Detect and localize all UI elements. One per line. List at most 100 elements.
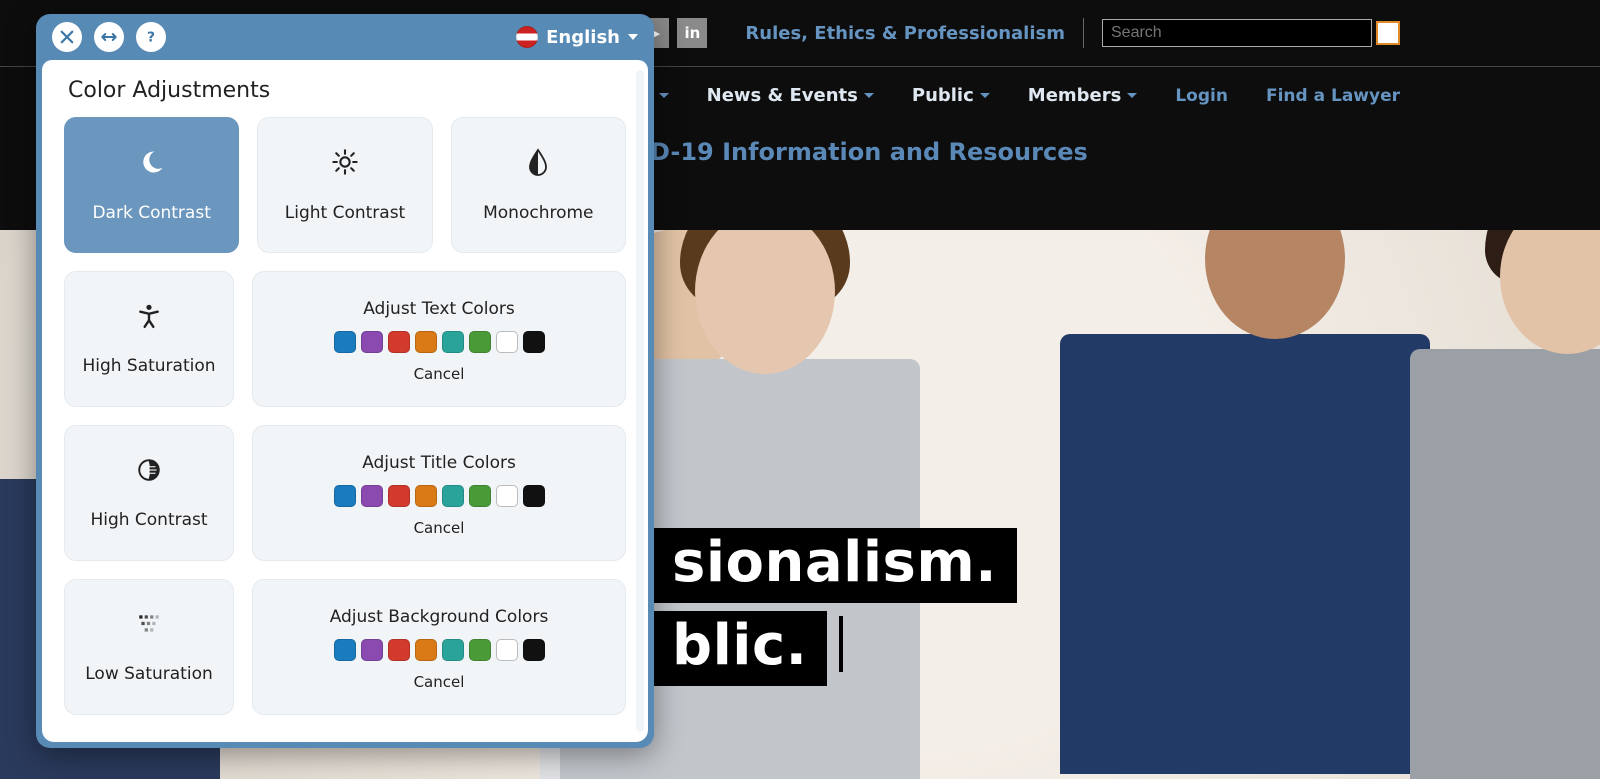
adjust-row: High Saturation Adjust Text Colors Cancel (64, 271, 626, 407)
language-label: English (546, 27, 620, 48)
accessibility-panel: ? English Color Adjustments Dark Contras… (36, 14, 654, 748)
scrollbar[interactable] (636, 70, 644, 732)
contrast-cards: Dark Contrast Light Contrast Monochrome (64, 117, 626, 253)
swap-icon (100, 28, 118, 46)
panel-header-buttons: ? (52, 22, 166, 52)
card-label: High Saturation (82, 356, 215, 376)
close-icon (58, 28, 76, 46)
color-swatch[interactable] (496, 485, 518, 507)
moon-icon (138, 148, 166, 183)
color-swatch[interactable] (361, 639, 383, 661)
color-swatch[interactable] (523, 331, 545, 353)
color-panel-title: Adjust Background Colors (330, 607, 549, 627)
color-swatch[interactable] (388, 331, 410, 353)
adjust-row: Low Saturation Adjust Background Colors Ca… (64, 579, 626, 715)
color-swatch[interactable] (361, 331, 383, 353)
move-button[interactable] (94, 22, 124, 52)
color-panel-title: Adjust Title Colors (362, 453, 516, 473)
hero-person (1060, 279, 1440, 779)
nav-label: News & Events (707, 85, 858, 106)
card-monochrome[interactable]: Monochrome (451, 117, 626, 253)
swatch-row (334, 639, 545, 661)
help-button[interactable]: ? (136, 22, 166, 52)
card-label: Light Contrast (285, 203, 405, 223)
nav-label: Members (1028, 85, 1122, 106)
search-button[interactable] (1376, 21, 1400, 45)
panel-header: ? English (36, 14, 654, 60)
nav-login[interactable]: Login (1175, 86, 1228, 106)
flag-icon (516, 26, 538, 48)
nav-find-a-lawyer[interactable]: Find a Lawyer (1266, 86, 1400, 106)
linkedin-icon[interactable]: in (677, 18, 707, 48)
color-swatch[interactable] (334, 639, 356, 661)
a11y-icon (136, 303, 162, 336)
cancel-button[interactable]: Cancel (414, 519, 465, 537)
hero-line-1: sionalism. (652, 528, 1017, 603)
color-swatch[interactable] (523, 485, 545, 507)
card-label: Dark Contrast (92, 203, 210, 223)
fade-grid-icon (136, 611, 162, 644)
covid-banner-link[interactable]: D-19 Information and Resources (650, 138, 1088, 166)
close-button[interactable] (52, 22, 82, 52)
card-label: Monochrome (483, 203, 593, 223)
cancel-button[interactable]: Cancel (414, 673, 465, 691)
color-swatch[interactable] (415, 485, 437, 507)
language-selector[interactable]: English (516, 26, 638, 48)
panel-body: Color Adjustments Dark Contrast Light Co… (42, 60, 648, 742)
chevron-down-icon (864, 93, 874, 98)
hero-line-2: blic. (652, 611, 827, 686)
search-input[interactable] (1102, 19, 1372, 47)
chevron-down-icon (1127, 93, 1137, 98)
section-title: Color Adjustments (68, 78, 626, 103)
chevron-down-icon (980, 93, 990, 98)
nav-members[interactable]: Members (1028, 85, 1138, 106)
color-swatch[interactable] (442, 331, 464, 353)
color-swatch[interactable] (361, 485, 383, 507)
nav-news-events[interactable]: News & Events (707, 85, 874, 106)
color-swatch[interactable] (523, 639, 545, 661)
rules-ethics-link[interactable]: Rules, Ethics & Professionalism (745, 23, 1065, 44)
drop-icon (526, 148, 550, 183)
color-swatch[interactable] (334, 485, 356, 507)
color-swatch[interactable] (442, 485, 464, 507)
color-panel-adjust-title-colors: Adjust Title Colors Cancel (252, 425, 626, 561)
card-high-contrast[interactable]: High Contrast (64, 425, 234, 561)
color-panel-adjust-background-colors: Adjust Background Colors Cancel (252, 579, 626, 715)
nav-label: Public (912, 85, 974, 106)
help-icon: ? (142, 28, 160, 46)
color-swatch[interactable] (469, 639, 491, 661)
adjust-row: High Contrast Adjust Title Colors Cancel (64, 425, 626, 561)
color-swatch[interactable] (415, 331, 437, 353)
card-label: Low Saturation (85, 664, 213, 684)
swatch-row (334, 331, 545, 353)
hero-text: sionalism. blic. (652, 528, 1017, 694)
hero-person (1410, 299, 1600, 779)
card-label: High Contrast (90, 510, 207, 530)
color-swatch[interactable] (388, 485, 410, 507)
sun-icon (331, 148, 359, 183)
color-swatch[interactable] (496, 639, 518, 661)
color-swatch[interactable] (334, 331, 356, 353)
color-swatch[interactable] (415, 639, 437, 661)
color-swatch[interactable] (388, 639, 410, 661)
swatch-row (334, 485, 545, 507)
svg-text:?: ? (147, 30, 155, 46)
cancel-button[interactable]: Cancel (414, 365, 465, 383)
card-high-saturation[interactable]: High Saturation (64, 271, 234, 407)
search-wrap (1102, 19, 1400, 47)
chevron-down-icon (659, 93, 669, 98)
color-swatch[interactable] (469, 331, 491, 353)
color-swatch[interactable] (496, 331, 518, 353)
chevron-down-icon (628, 34, 638, 40)
card-low-saturation[interactable]: Low Saturation (64, 579, 234, 715)
nav-public[interactable]: Public (912, 85, 990, 106)
card-light-contrast[interactable]: Light Contrast (257, 117, 432, 253)
divider (1083, 18, 1084, 48)
color-swatch[interactable] (442, 639, 464, 661)
typewriter-cursor (839, 616, 843, 672)
half-circle-icon (136, 457, 162, 490)
color-panel-adjust-text-colors: Adjust Text Colors Cancel (252, 271, 626, 407)
card-dark-contrast[interactable]: Dark Contrast (64, 117, 239, 253)
color-swatch[interactable] (469, 485, 491, 507)
color-panel-title: Adjust Text Colors (363, 299, 515, 319)
